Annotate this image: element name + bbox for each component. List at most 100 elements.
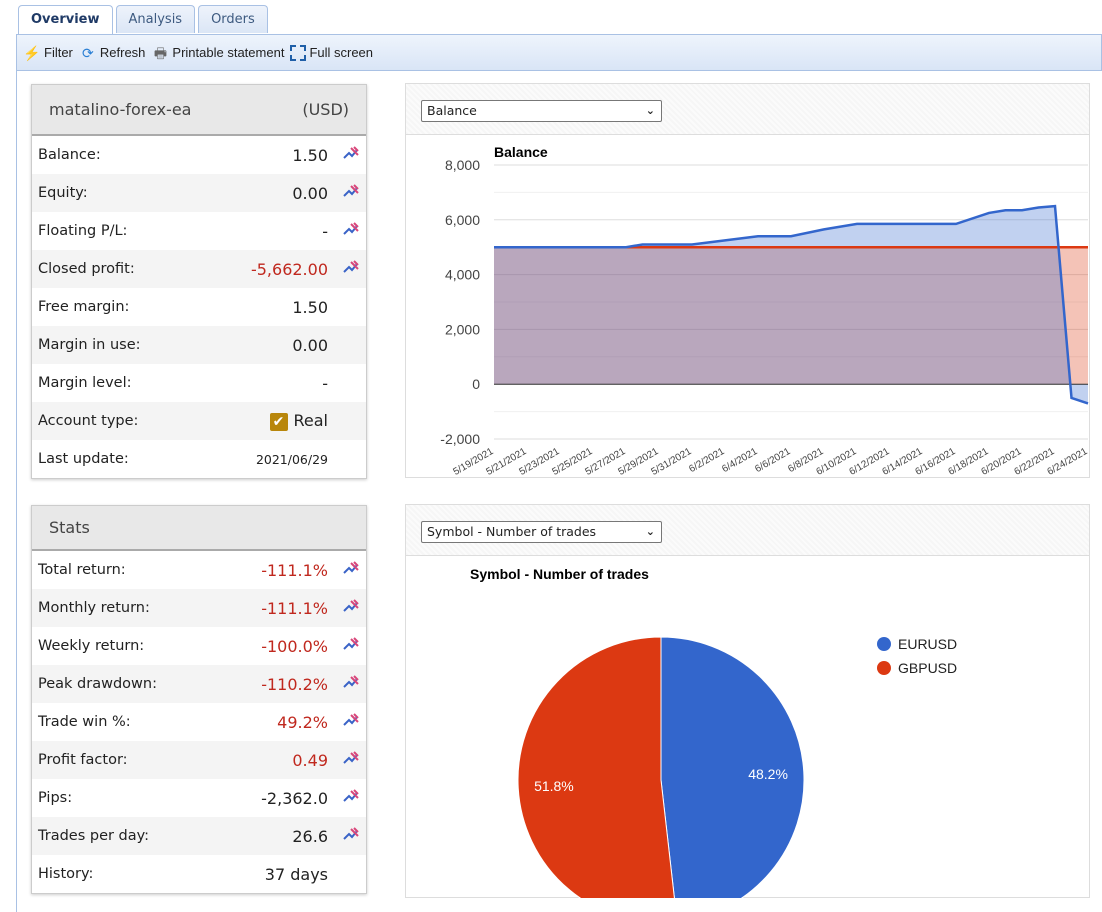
refresh-icon: ⟳ [82, 44, 94, 61]
row-value: 1.50 [292, 145, 328, 165]
balance-chart-header: Balance ⌄ [406, 84, 1089, 135]
stats-row: Profit factor: 0.49 [32, 741, 366, 779]
chart-title: Balance [494, 144, 548, 160]
pie-slice-label: 51.8% [534, 778, 574, 794]
stats-row: Trade win %: 49.2% [32, 703, 366, 741]
row-value: -111.1% [261, 560, 328, 580]
filter-button[interactable]: ⚡ Filter [23, 44, 73, 62]
row-value: 0.49 [292, 750, 328, 770]
account-row: Free margin: 1.50 [32, 288, 366, 326]
y-tick-label: 0 [472, 376, 480, 392]
y-tick-label: 8,000 [445, 157, 480, 173]
stats-row: History: 37 days [32, 855, 366, 893]
y-tick-label: 2,000 [445, 321, 480, 337]
legend-label: EURUSD [898, 636, 957, 652]
row-value: - [322, 221, 328, 241]
edit-chart-icon[interactable] [342, 560, 360, 576]
tab-overview[interactable]: Overview [18, 5, 113, 35]
account-row: Margin in use: 0.00 [32, 326, 366, 364]
row-value: 1.50 [292, 297, 328, 317]
row-value: - [322, 373, 328, 393]
row-value: -100.0% [261, 636, 328, 656]
pie-chart-header: Symbol - Number of trades ⌄ [406, 505, 1089, 556]
pie-title: Symbol - Number of trades [470, 566, 649, 582]
edit-chart-icon[interactable] [342, 674, 360, 690]
pie-slice-label: 48.2% [748, 766, 788, 782]
edit-chart-icon[interactable] [342, 183, 360, 199]
filter-icon: ⚡ [23, 44, 41, 61]
y-tick-label: 4,000 [445, 267, 480, 283]
account-panel: matalino-forex-ea (USD) Balance: 1.50 Equit… [31, 84, 367, 479]
fullscreen-icon [290, 44, 307, 61]
legend-label: GBPUSD [898, 660, 957, 676]
stats-header: Stats [32, 506, 366, 551]
account-name: matalino-forex-ea [49, 100, 192, 119]
pie-chart: Symbol - Number of trades 48.2% EURUSD 51.8… [470, 566, 957, 912]
refresh-button[interactable]: ⟳ Refresh [79, 44, 146, 62]
account-row: Closed profit: -5,662.00 [32, 250, 366, 288]
y-tick-label: 6,000 [445, 212, 480, 228]
edit-chart-icon[interactable] [342, 221, 360, 237]
stats-row: Peak drawdown: -110.2% [32, 665, 366, 703]
row-value: 37 days [264, 864, 328, 884]
chart-type-select[interactable]: Balance ⌄ [421, 100, 662, 122]
stats-row: Weekly return: -100.0% [32, 627, 366, 665]
row-value: 49.2% [277, 712, 328, 732]
edit-chart-icon[interactable] [342, 145, 360, 161]
full-screen-button[interactable]: Full screen [290, 44, 374, 61]
edit-chart-icon[interactable] [342, 259, 360, 275]
row-value: Real [293, 411, 329, 431]
account-row: Floating P/L: - [32, 212, 366, 250]
filter-label: Filter [44, 45, 73, 60]
stats-title: Stats [49, 518, 90, 537]
content-border [16, 70, 17, 912]
row-value: -5,662.00 [250, 259, 328, 279]
pie-chart-panel: Symbol - Number of trades ⌄ Symbol - Numb… [405, 504, 1090, 912]
x-tick-label: 6/2/2021 [687, 446, 727, 475]
stats-panel: Stats Total return: -111.1% Monthly return… [31, 505, 367, 894]
row-value: 0.00 [292, 335, 328, 355]
refresh-label: Refresh [99, 45, 146, 60]
x-tick-label: 6/6/2021 [753, 446, 793, 475]
legend-marker [877, 661, 891, 675]
row-value: 2021/06/29 [255, 451, 328, 467]
print-label: Printable statement [172, 45, 285, 60]
stats-row: Trades per day: 26.6 [32, 817, 366, 855]
stats-row: Pips: -2,362.0 [32, 779, 366, 817]
edit-chart-icon[interactable] [342, 598, 360, 614]
x-tick-label: 6/4/2021 [720, 446, 760, 475]
chevron-down-icon: ⌄ [645, 104, 655, 117]
edit-chart-icon[interactable] [342, 750, 360, 766]
account-rows: Balance: 1.50 Equity: 0.00 Floating P/L: - Clo… [32, 136, 366, 478]
printer-icon: 🖶 [153, 44, 168, 61]
chevron-down-icon: ⌄ [645, 525, 655, 538]
account-header: matalino-forex-ea (USD) [32, 85, 366, 136]
checkbox-checked-icon: ✔ [269, 412, 288, 431]
account-row: Last update: 2021/06/29 [32, 440, 366, 478]
row-value: 0.00 [292, 183, 328, 203]
edit-chart-icon[interactable] [342, 826, 360, 842]
edit-chart-icon[interactable] [342, 636, 360, 652]
stats-row: Total return: -111.1% [32, 551, 366, 589]
balance-chart-panel: Balance ⌄ Balance -2,000 0 2,000 4,000 6,000 8,… [405, 83, 1090, 478]
account-row: Balance: 1.50 [32, 136, 366, 174]
legend-marker [877, 637, 891, 651]
printable-statement-button[interactable]: 🖶 Printable statement [151, 44, 285, 62]
chart-type-value: Balance [427, 103, 477, 118]
y-tick-label: -2,000 [440, 431, 480, 447]
stats-rows: Total return: -111.1% Monthly return: -111.… [32, 551, 366, 893]
balance-chart: Balance-2,00002,0004,0006,0008,0005/19/2… [440, 144, 1090, 478]
row-value: -110.2% [261, 674, 328, 694]
edit-chart-icon[interactable] [342, 712, 360, 728]
tab-orders[interactable]: Orders [198, 5, 268, 33]
row-value: -111.1% [261, 598, 328, 618]
pie-type-select[interactable]: Symbol - Number of trades ⌄ [421, 521, 662, 543]
tab-bar: Overview Analysis Orders [18, 5, 268, 35]
pie-slice-gbpusd [517, 636, 677, 912]
row-value: -2,362.0 [261, 788, 328, 808]
tab-analysis[interactable]: Analysis [115, 5, 196, 33]
stats-row: Monthly return: -111.1% [32, 589, 366, 627]
fullscreen-label: Full screen [309, 45, 374, 60]
pie-type-value: Symbol - Number of trades [427, 524, 597, 539]
edit-chart-icon[interactable] [342, 788, 360, 804]
